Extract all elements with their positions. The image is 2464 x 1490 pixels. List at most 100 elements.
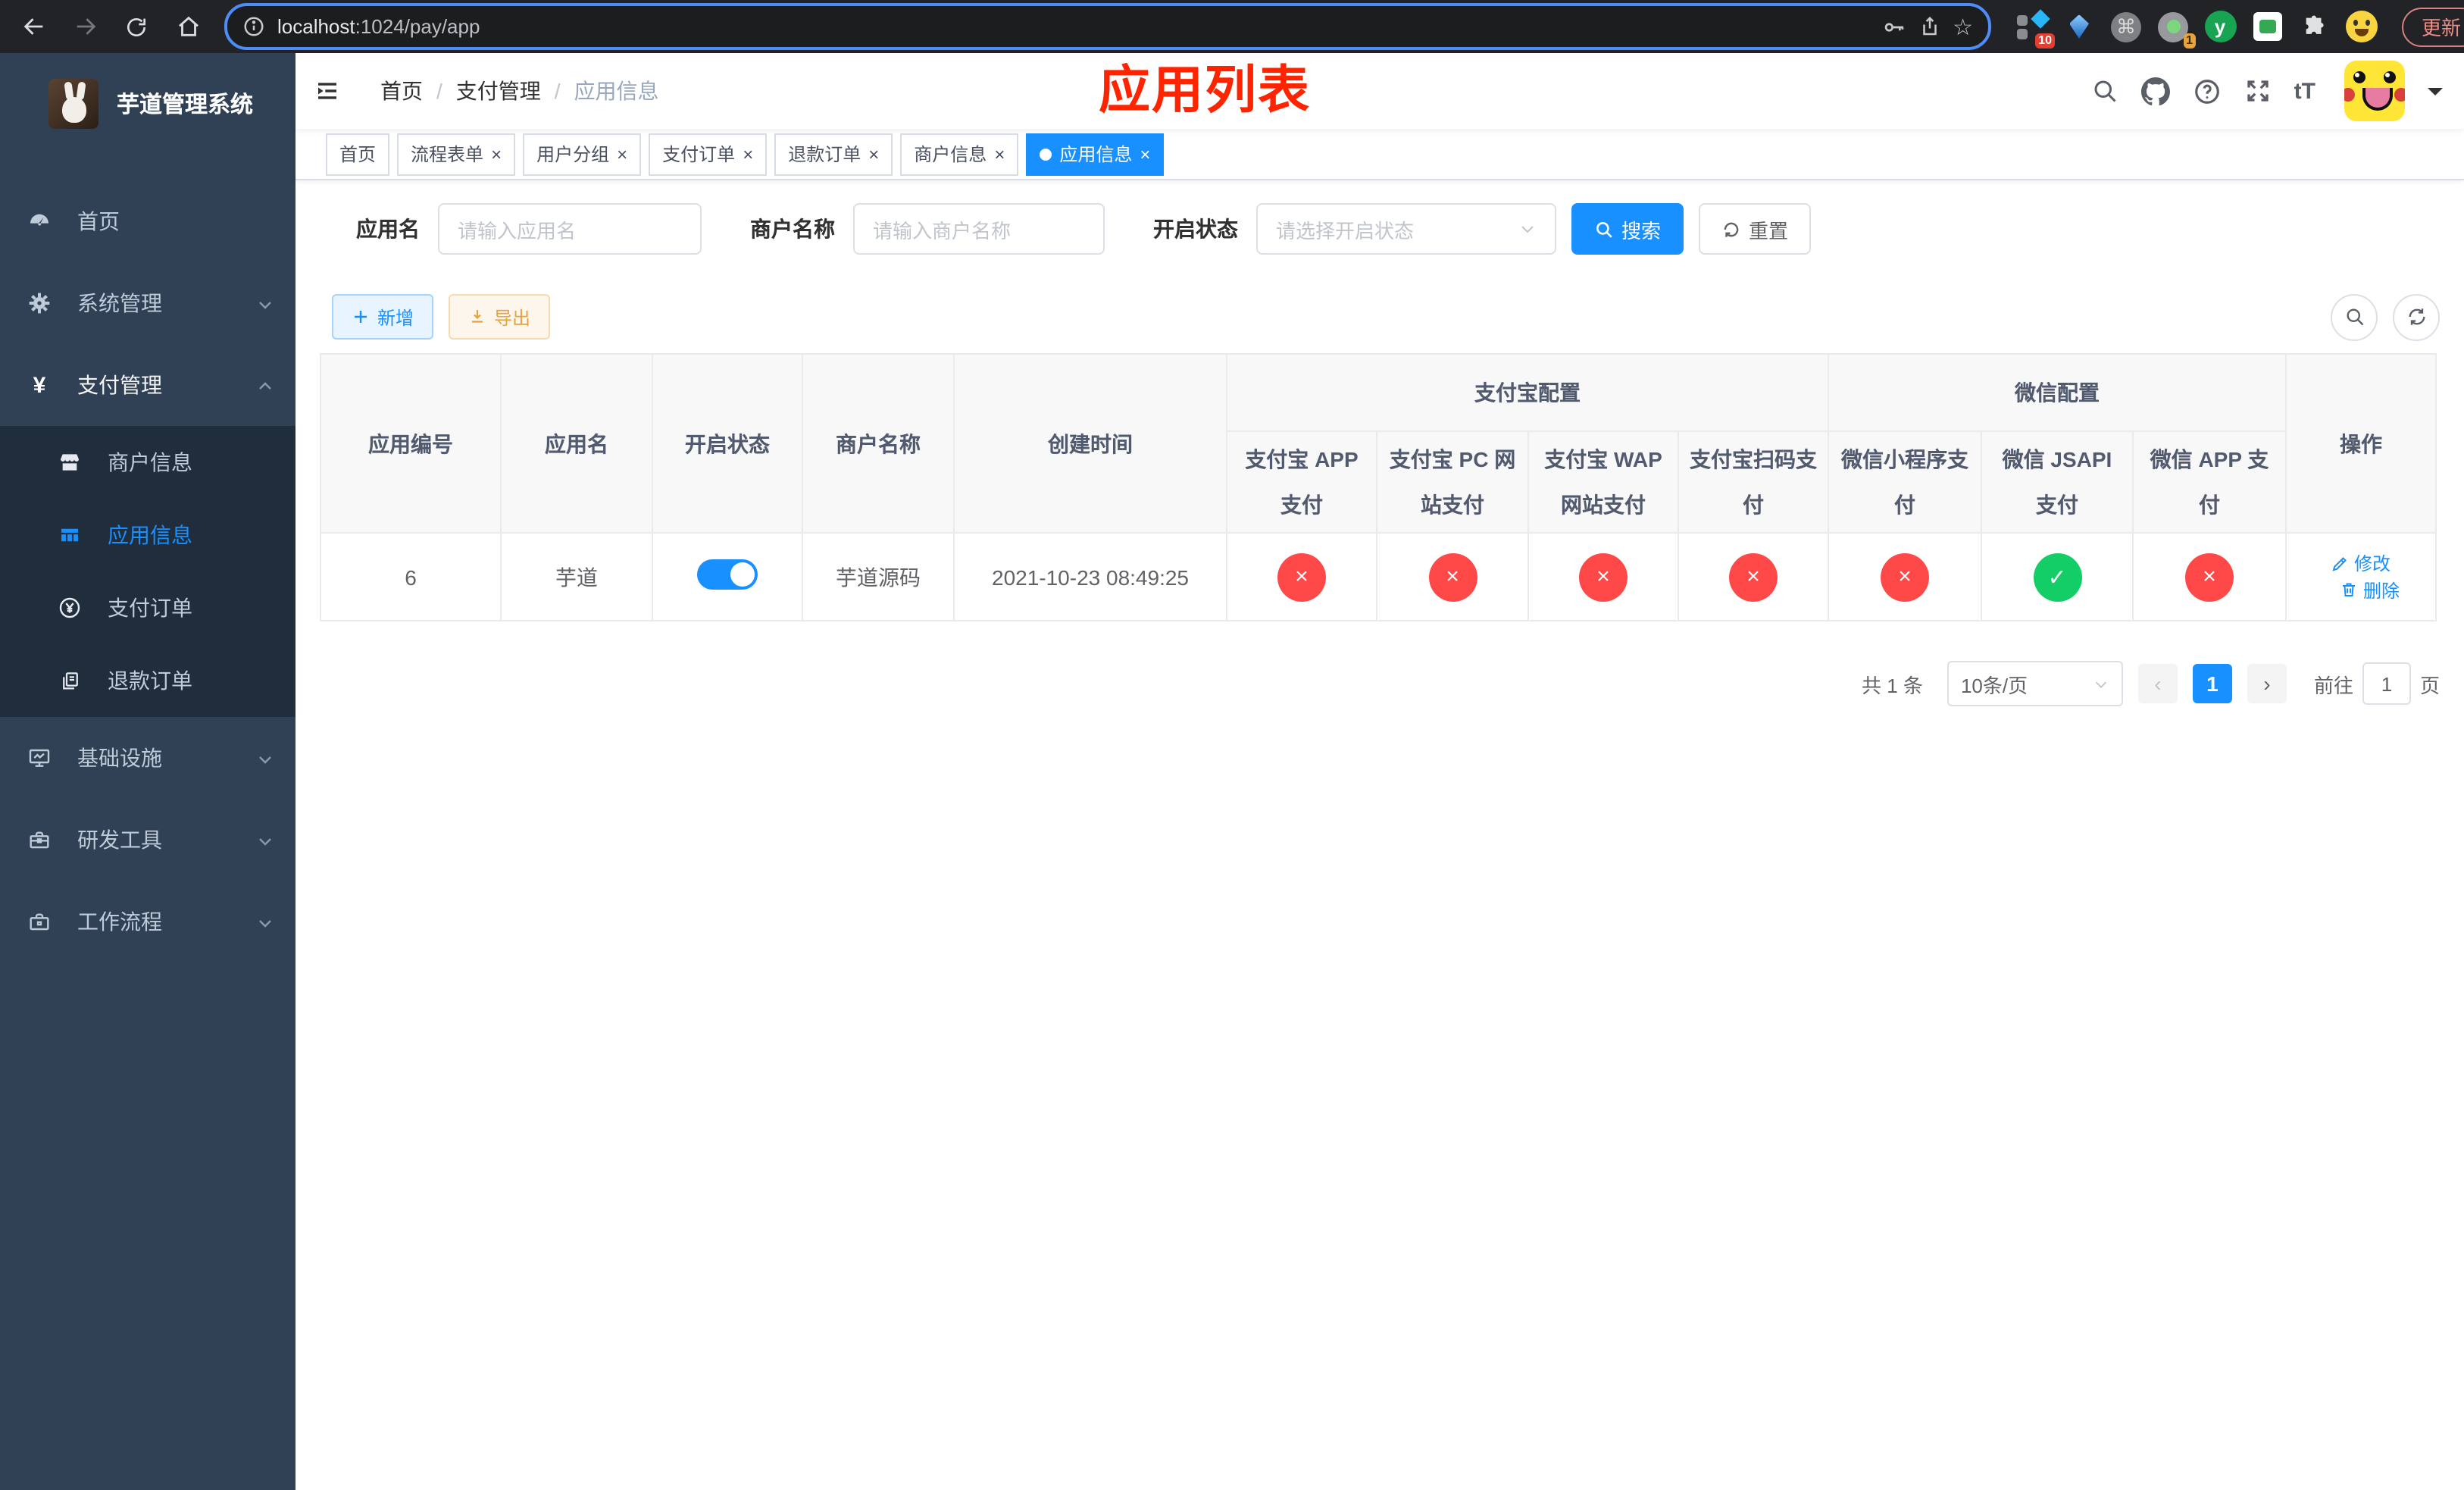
sidebar-item-infra[interactable]: 基础设施 [0,717,295,799]
payment-submenu: 商户信息 应用信息 支付订单 退款订单 [0,426,295,717]
gear-icon [27,291,52,315]
extension-command-icon[interactable]: ⌘ [2109,10,2143,43]
forward-icon[interactable] [64,5,106,48]
extension-y-icon[interactable]: y [2203,10,2237,43]
y-circle: y [2204,11,2236,42]
tab-close-icon[interactable]: × [994,145,1005,163]
sidebar-item-devtools[interactable]: 研发工具 [0,799,295,881]
export-button[interactable]: 导出 [449,294,551,340]
sidebar-menu: 首页 系统管理 ¥ 支付管理 商户信息 应用信息 支付订单 退款订单 基础设施 … [0,180,295,963]
reload-icon[interactable] [115,5,158,48]
chevron-down-icon [256,909,274,934]
extension-chat-icon[interactable] [2250,10,2284,43]
fullscreen-icon[interactable] [2244,77,2272,105]
github-icon[interactable] [2140,77,2170,105]
sidebar-logo-row[interactable]: 芋道管理系统 [0,53,295,141]
status-cross-icon: × [1881,552,1929,601]
sidebar-item-merchant-info[interactable]: 商户信息 [0,426,295,499]
edit-link[interactable]: 修改 [2331,550,2391,576]
breadcrumb-home[interactable]: 首页 [380,76,423,106]
col-wechat-jsapi: 微信 JSAPI 支付 [1981,430,2134,534]
page-annotation: 应用列表 [1099,62,1311,120]
sidebar-item-payment[interactable]: ¥ 支付管理 [0,344,295,426]
cell-status [652,532,803,621]
add-button[interactable]: 新增 [332,294,434,340]
extension-balloon-icon[interactable] [2062,10,2096,43]
refresh-icon [2408,308,2425,325]
sidebar-item-refund-order[interactable]: 退款订单 [0,644,295,717]
col-wechat-app: 微信 APP 支付 [2132,430,2287,534]
next-page-button[interactable]: › [2247,664,2287,703]
avatar-caret-icon[interactable] [2428,87,2443,102]
tab-app-info[interactable]: 应用信息 × [1026,133,1165,175]
delete-link[interactable]: 删除 [2340,577,2400,603]
add-button-label: 新增 [377,307,414,328]
tab-refund-order[interactable]: 退款订单 × [774,133,893,175]
tab-close-icon[interactable]: × [1140,145,1150,163]
font-size-icon[interactable]: tT [2294,78,2315,104]
status-cross-icon: × [1729,552,1778,601]
tab-merchant-info[interactable]: 商户信息 × [900,133,1019,175]
sidebar-item-pay-order[interactable]: 支付订单 [0,571,295,644]
url-host: localhost [277,15,355,38]
search-button-icon [1596,221,1612,237]
search-button[interactable]: 搜索 [1571,203,1684,255]
col-merchant: 商户名称 [802,353,955,534]
sidebar-collapse-icon[interactable] [295,53,359,129]
refresh-table-button[interactable] [2393,293,2440,340]
dashboard-icon [27,209,52,233]
reset-button[interactable]: 重置 [1699,203,1812,255]
help-icon[interactable] [2193,77,2222,105]
app-logo [48,78,98,128]
sidebar-item-label: 商户信息 [108,450,192,474]
extension-blue-diamond-icon[interactable]: 10 [2015,8,2055,48]
site-info-icon[interactable] [242,15,265,38]
tab-close-icon[interactable]: × [868,145,879,163]
toggle-search-button[interactable] [2331,293,2378,340]
sidebar-item-workflow[interactable]: 工作流程 [0,881,295,963]
url-text[interactable]: localhost:1024/pay/app [277,15,1869,38]
user-avatar[interactable] [2344,61,2405,121]
page-size-select[interactable]: 10条/页 [1946,661,2123,706]
goto-page-input[interactable] [2362,662,2411,705]
page-1-button[interactable]: 1 [2192,664,2232,703]
search-icon[interactable] [2091,77,2118,105]
home-icon[interactable] [167,5,209,48]
password-key-icon[interactable] [1881,14,1906,39]
enable-toggle[interactable] [697,559,758,590]
tab-pay-order[interactable]: 支付订单 × [649,133,768,175]
sidebar-item-home[interactable]: 首页 [0,180,295,262]
extensions-puzzle-icon[interactable] [2297,10,2331,43]
merchant-name-input[interactable]: 请输入商户名称 [853,203,1105,255]
page-content: 应用名 请输入应用名 商户名称 请输入商户名称 开启状态 请选择开启状态 搜索 [295,180,2464,1490]
tab-close-icon[interactable]: × [743,145,753,163]
sidebar-item-label: 研发工具 [77,828,162,852]
navbar: 首页 / 支付管理 / 应用信息 应用列表 tT [295,53,2464,129]
bookmark-star-icon[interactable]: ☆ [1953,13,1973,40]
sidebar-item-app-info[interactable]: 应用信息 [0,499,295,571]
tab-label: 用户分组 [536,144,610,165]
sidebar-item-system[interactable]: 系统管理 [0,262,295,344]
profile-avatar-icon[interactable] [2344,10,2378,43]
screen: localhost:1024/pay/app ☆ 10 ⌘ 1 y 更新 芋道管… [0,0,2464,1490]
tab-user-group[interactable]: 用户分组 × [523,133,642,175]
cell-app-name: 芋道 [500,532,653,621]
browser-update-button[interactable]: 更新 [2402,7,2464,46]
url-bar[interactable]: localhost:1024/pay/app ☆ [224,3,1991,50]
export-button-label: 导出 [494,307,531,328]
tab-home[interactable]: 首页 [326,133,390,175]
tab-process-form[interactable]: 流程表单 × [397,133,516,175]
extension-target-icon[interactable]: 1 [2156,10,2196,48]
app-name-input[interactable]: 请输入应用名 [438,203,702,255]
app-name-placeholder: 请输入应用名 [458,219,577,242]
tab-label: 流程表单 [411,144,484,165]
tab-close-icon[interactable]: × [491,145,502,163]
breadcrumb-payment[interactable]: 支付管理 [456,76,541,106]
prev-page-button[interactable]: ‹ [2137,664,2178,703]
back-icon[interactable] [12,5,55,48]
status-select[interactable]: 请选择开启状态 [1256,203,1556,255]
tab-label: 首页 [339,144,377,165]
tab-close-icon[interactable]: × [617,145,627,163]
sidebar: 芋道管理系统 首页 系统管理 ¥ 支付管理 商户信息 应用信息 支付订单 退款订… [0,53,295,1490]
share-icon[interactable] [1918,15,1940,38]
